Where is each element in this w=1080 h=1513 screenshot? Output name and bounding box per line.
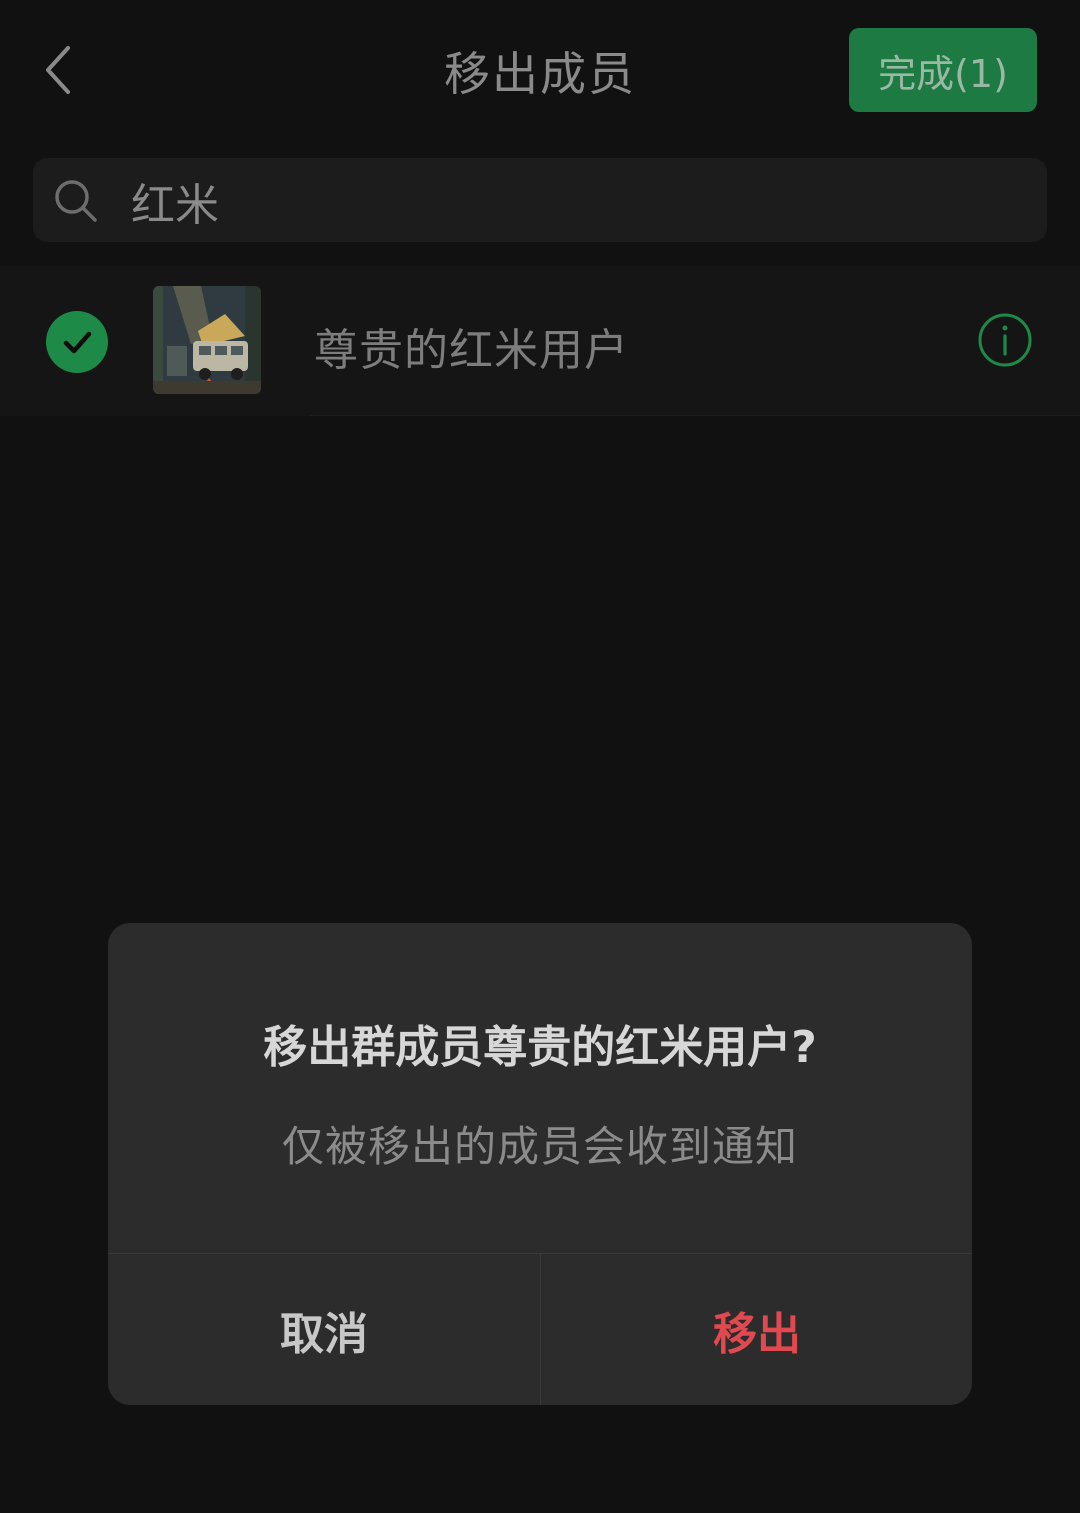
avatar <box>153 286 261 394</box>
search-bar[interactable] <box>33 158 1047 242</box>
checkmark-icon <box>63 331 92 354</box>
info-icon[interactable] <box>977 312 1033 368</box>
header: 移出成员 完成(1) <box>0 0 1080 140</box>
dialog-title: 移出群成员尊贵的红米用户? <box>263 1022 817 1073</box>
member-name: 尊贵的红米用户 <box>314 325 629 376</box>
done-button[interactable]: 完成(1) <box>849 28 1037 112</box>
confirm-dialog: 移出群成员尊贵的红米用户? 仅被移出的成员会收到通知 取消 移出 <box>108 923 972 1405</box>
app-screen: 移出成员 完成(1) 红米 尊贵的红米用户 移出群成员尊贵的红米用户? 仅被移出… <box>0 0 1080 1513</box>
member-list: 尊贵的红米用户 <box>0 266 1080 416</box>
check-circle-icon[interactable] <box>46 311 108 373</box>
search-input[interactable] <box>129 170 1013 232</box>
cancel-button[interactable]: 取消 <box>108 1254 540 1405</box>
row-divider <box>310 415 1080 416</box>
avatar-image <box>153 286 261 394</box>
dialog-message: 仅被移出的成员会收到通知 <box>281 1122 798 1171</box>
remove-button[interactable]: 移出 <box>541 1254 972 1405</box>
search-icon <box>55 180 97 222</box>
